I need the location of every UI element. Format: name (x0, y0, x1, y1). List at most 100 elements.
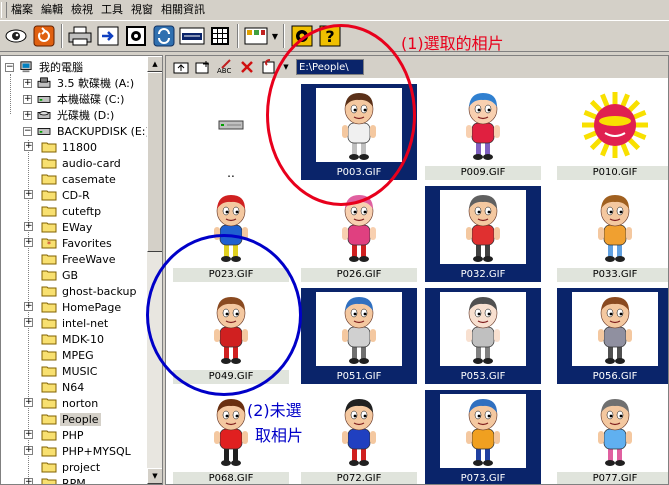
tree-item-folder[interactable]: cuteftp (41, 203, 103, 219)
thumbnail-item[interactable]: P073.GIF (425, 390, 541, 484)
expand-icon[interactable]: + (24, 222, 33, 231)
expand-icon[interactable]: + (24, 398, 33, 407)
thumbnail-caption: P068.GIF (173, 472, 289, 484)
tree-item-folder[interactable]: + norton (24, 395, 100, 411)
tree-label: PHP+MYSQL (62, 444, 131, 458)
tree-item-drive-d[interactable]: + 光碟機 (D:) (23, 107, 116, 123)
tree-item-folder[interactable]: GB (41, 267, 80, 283)
expand-icon[interactable]: + (23, 94, 32, 104)
rename-icon[interactable]: ABC (215, 57, 235, 77)
tree-item-folder[interactable]: audio-card (41, 155, 123, 171)
expand-icon[interactable]: + (23, 78, 32, 88)
thumbnail-item[interactable]: P056.GIF (557, 288, 668, 384)
thumbnail-image (557, 288, 668, 370)
tree-item-folder[interactable]: People (41, 411, 101, 427)
collapse-icon[interactable]: − (23, 126, 32, 136)
folder-icon (41, 318, 57, 329)
thumbnail-item[interactable]: P051.GIF (301, 288, 417, 384)
collapse-icon[interactable]: − (5, 62, 14, 72)
tree-label: MPEG (62, 348, 94, 362)
thumbnail-item[interactable]: P033.GIF (557, 186, 668, 282)
tree-item-folder[interactable]: FreeWave (41, 251, 118, 267)
tree-item-folder[interactable]: project (41, 459, 102, 475)
eye-icon[interactable] (3, 23, 29, 49)
thumbnail-item[interactable]: P072.GIF (301, 390, 417, 484)
tree-label: People (60, 412, 101, 426)
tree-item-folder[interactable]: + EWay (24, 219, 94, 235)
menu-info[interactable]: 相關資訊 (157, 1, 209, 19)
tree-item-my-computer[interactable]: − 我的電腦 (5, 59, 85, 75)
sync-icon[interactable] (151, 23, 177, 49)
browser-toolbar: ABC ▼ (166, 56, 668, 78)
up-folder-icon[interactable] (171, 57, 191, 77)
tree-item-folder[interactable]: + intel-net (24, 315, 110, 331)
folder-icon (41, 254, 57, 265)
expand-icon[interactable]: + (24, 190, 33, 199)
view-dropdown-arrow-icon[interactable]: ▼ (270, 23, 280, 49)
scroll-down-arrow-icon[interactable]: ▼ (147, 468, 162, 484)
grid-icon[interactable] (207, 23, 233, 49)
menu-edit[interactable]: 編輯 (37, 1, 67, 19)
print-icon[interactable] (67, 23, 93, 49)
tree-label: MDK-10 (62, 332, 104, 346)
thumbnail-caption: P072.GIF (301, 472, 417, 484)
thumbnail-item[interactable]: P010.GIF (557, 84, 668, 180)
expand-icon[interactable]: + (24, 302, 33, 311)
tree-item-folder[interactable]: + HomePage (24, 299, 123, 315)
cd-drive-icon (37, 111, 51, 119)
tree-item-folder[interactable]: + PHP+MYSQL (24, 443, 133, 459)
expand-icon[interactable]: + (24, 478, 33, 484)
cartoon-person-picture (466, 297, 500, 364)
folder-tree-panel[interactable]: − 我的電腦 + 3.5 軟碟機 (A:) + 本機磁碟 (C:) + 光碟機 … (0, 55, 163, 485)
menu-view[interactable]: 檢視 (67, 1, 97, 19)
thumbnail-caption: P033.GIF (557, 268, 668, 282)
menu-window[interactable]: 視窗 (127, 1, 157, 19)
tree-label: HomePage (62, 300, 122, 314)
expand-icon[interactable]: + (24, 446, 33, 455)
toolbar-separator (237, 24, 239, 48)
tree-label: N64 (62, 380, 85, 394)
expand-icon[interactable]: + (24, 142, 33, 151)
tree-label: 11800 (62, 140, 97, 154)
scrollbar-thumb[interactable] (147, 72, 162, 252)
thumbnail-item[interactable]: P077.GIF (557, 390, 668, 484)
tree-item-folder[interactable]: MPEG (41, 347, 96, 363)
tree-item-folder[interactable]: MDK-10 (41, 331, 106, 347)
folder-icon (41, 382, 57, 393)
refresh-icon[interactable] (31, 23, 57, 49)
thumbnail-item[interactable]: P053.GIF (425, 288, 541, 384)
tree-item-folder[interactable]: +11800 (24, 139, 99, 155)
tree-item-folder[interactable]: ghost-backup (41, 283, 138, 299)
expand-icon[interactable]: + (23, 110, 32, 120)
expand-icon[interactable]: + (24, 238, 33, 247)
html-icon[interactable] (179, 23, 205, 49)
tree-item-folder[interactable]: casemate (41, 171, 118, 187)
tree-item-drive-c[interactable]: + 本機磁碟 (C:) (23, 91, 126, 107)
expand-icon[interactable]: + (24, 318, 33, 327)
menu-tools[interactable]: 工具 (97, 1, 127, 19)
thumbnail-item[interactable]: P009.GIF (425, 84, 541, 180)
tree-item-folder[interactable]: + * Favorites (24, 235, 114, 251)
tree-item-folder[interactable]: + PHP (24, 427, 86, 443)
tree-label: casemate (62, 172, 116, 186)
scroll-up-arrow-icon[interactable]: ▲ (147, 56, 162, 72)
tree-item-folder[interactable]: N64 (41, 379, 86, 395)
thumbnail-view-icon[interactable] (243, 23, 269, 49)
tree-item-folder[interactable]: + RPM (24, 475, 88, 484)
cartoon-person-picture (466, 195, 500, 262)
tree-item-folder[interactable]: MUSIC (41, 363, 99, 379)
expand-icon[interactable]: + (24, 430, 33, 439)
folder-icon (41, 366, 57, 377)
thumbnail-item[interactable]: P032.GIF (425, 186, 541, 282)
tree-item-drive-e[interactable]: − BACKUPDISK (E:) (23, 123, 152, 139)
send-icon[interactable] (95, 23, 121, 49)
camera-icon[interactable] (123, 23, 149, 49)
menu-file[interactable]: 檔案 (7, 1, 37, 19)
thumbnail-caption: P056.GIF (557, 370, 668, 384)
new-folder-icon[interactable] (193, 57, 213, 77)
delete-icon[interactable] (237, 57, 257, 77)
selected-annotation: (1)選取的相片 (401, 34, 504, 53)
thumbnail-caption: P032.GIF (425, 268, 541, 282)
tree-item-drive-a[interactable]: + 3.5 軟碟機 (A:) (23, 75, 136, 91)
tree-item-folder[interactable]: + CD-R (24, 187, 92, 203)
